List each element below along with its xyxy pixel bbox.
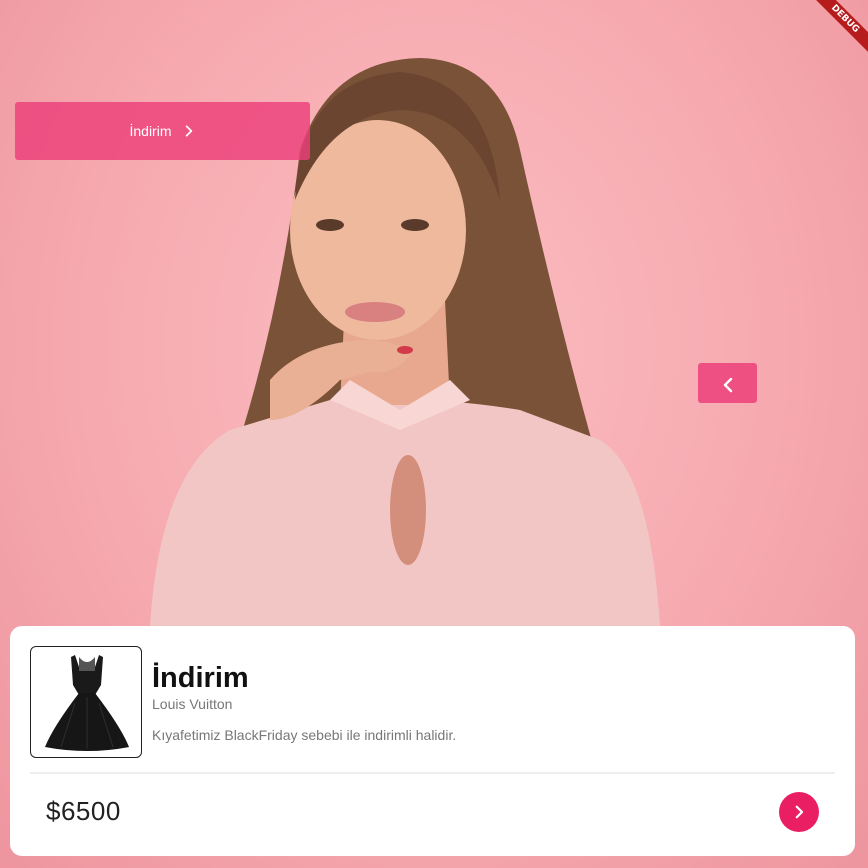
dress-image [45,655,129,751]
promo-button[interactable]: İndirim [15,102,310,160]
product-description: Kıyafetimiz BlackFriday sebebi ile indir… [152,727,457,743]
divider [30,772,835,774]
promo-button-label: İndirim [129,123,172,139]
debug-banner-label: DEBUG [808,0,868,56]
product-title: İndirim [152,662,249,694]
chevron-right-icon [185,125,192,137]
product-thumbnail[interactable] [30,646,142,758]
chevron-right-icon [795,805,804,819]
product-price: $6500 [46,796,121,826]
product-card: İndirim Louis Vuitton Kıyafetimiz BlackF… [10,626,855,856]
debug-banner: DEBUG [798,0,868,70]
product-brand: Louis Vuitton [152,696,233,712]
product-detail-button[interactable] [779,792,819,832]
carousel-prev-button[interactable] [698,363,757,403]
chevron-left-icon [723,377,732,393]
